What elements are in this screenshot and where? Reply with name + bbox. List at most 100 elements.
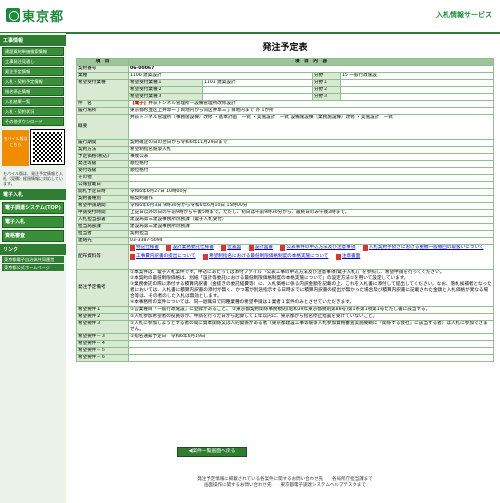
mobile-link[interactable]: モバイル版はこちら — [2, 130, 30, 166]
value-contact: 03-3387-5094 — [128, 237, 494, 245]
label-apply-period: 希望申請期間 — [76, 202, 129, 210]
label-field-2: 分野２ — [312, 86, 341, 94]
label-documents: 配布資料等 — [76, 244, 129, 270]
doc-label: 工事費内訳書の提出について — [136, 254, 196, 259]
label-est-price: 予定価格(税込) — [76, 153, 129, 161]
label-req-7: 希望要件－６ — [76, 354, 129, 362]
value-field-3 — [340, 93, 494, 101]
value-req-7 — [128, 354, 494, 362]
mobile-qr-box[interactable]: モバイル版はこちら — [2, 129, 65, 166]
sidebar-item-suspension[interactable]: 指名停止情報 — [2, 87, 64, 96]
doc-link[interactable]: 公表事件の申込方法及び注意事項 — [280, 245, 355, 251]
tokyo-emblem-icon — [6, 8, 20, 22]
label-contract-no: 契約番号 — [76, 65, 129, 73]
value-req-2: ①入札参加希望者の役員等が、申請を行った日から起算して１年以内に、東京都から指名… — [128, 313, 494, 321]
service-title: 入札情報サービス — [436, 11, 492, 19]
sidebar-heading-links: リンク — [0, 244, 66, 255]
label-req-3: 希望要件３ — [76, 320, 129, 334]
logo-text: 東京都 — [22, 9, 65, 25]
doc-link[interactable]: 特記仕様書 — [130, 245, 159, 251]
mobile-note: モバイル版は、発注予定情報と入札（見積）経過情報に対応しています。 — [3, 171, 63, 186]
sidebar-item-unit-price[interactable]: 建設資材単価検索情報 — [2, 47, 64, 56]
value-desired-1: 1101 建築設計 — [202, 79, 313, 87]
doc-link[interactable]: 設計図書 — [248, 245, 273, 251]
pdf-icon — [166, 245, 172, 251]
value-field-1 — [340, 79, 494, 87]
col-header-item: 項 目 — [76, 58, 129, 66]
label-resp-dept: 担当局部課 — [76, 223, 129, 231]
label-field-3: 分野３ — [312, 93, 341, 101]
label-contact: 連絡先 — [76, 237, 129, 245]
doc-link[interactable]: 位置図 — [221, 245, 241, 251]
page-title: 発注予定表 — [262, 43, 308, 53]
value-req-3: ①入札に参加しようとする者の間に資本関係又は人的関係がある者（東京都建設工事等競… — [128, 320, 494, 334]
label-field: 分野 — [312, 72, 341, 80]
doc-link[interactable]: 注意書面 — [335, 254, 360, 260]
value-contract-no: 06-00067 — [128, 65, 494, 73]
footer-line-2: 画面操作に関するお問い合わせ先 東京都電子調達システムヘルプデスクまで — [204, 483, 366, 488]
value-accept-grade: 順位格付 — [128, 167, 494, 175]
sidebar-item-results[interactable]: 入札結果一覧 — [2, 97, 64, 106]
value-title: 【電子】井荻トンネル管理所－設備管理所改修設計 — [128, 100, 494, 108]
value-period: 契約確定の日の翌日から令和6年11月29日まで — [128, 139, 494, 147]
value-contract-type: 紙契約書作 — [128, 195, 494, 203]
doc-link[interactable]: 希望制指名における最低制限価格制度の本格実施について — [203, 254, 328, 260]
pdf-icon — [362, 245, 368, 251]
label-opening: 開札予定日時 — [76, 188, 129, 196]
qualification-button[interactable]: 資格審査 — [2, 230, 64, 242]
footer: 発注予定情報に掲載されている各案件に関するお問い合わせ先 各局所庁担当課まで 画… — [76, 477, 494, 489]
doc-label: 設計業務委託仕様書 — [172, 245, 214, 251]
link-tokyo-official[interactable]: 東京都公式ホームページ — [2, 264, 64, 271]
label-order-grade: 発注等級 — [76, 160, 129, 168]
pdf-icon — [248, 245, 254, 251]
label-req-4: 希望要件－３ — [76, 333, 129, 341]
label-field-1: 分野１ — [312, 79, 341, 87]
value-apply-period: 令和6年6月3日 9時30分から令和6年6月10日 15時00分 — [128, 202, 494, 210]
value-notes: ①本案件は、電子入札案件です。申込にあたっては添付ファイル「公表工事の申込方法及… — [128, 269, 494, 307]
value-req-6 — [128, 347, 494, 355]
sidebar-item-order-plan[interactable]: 発注予定情報 — [2, 67, 64, 76]
back-to-list-button[interactable]: ◀案件一覧画面へ戻る — [177, 447, 247, 457]
doc-label: 公表事件の申込方法及び注意事項 — [286, 245, 356, 251]
sidebar-item-bid-plan[interactable]: 入札・契約予定情報 — [2, 77, 64, 86]
link-e-gov[interactable]: 東京都電子自治体共同運営 — [2, 256, 64, 263]
label-publication: 公報登載日 — [76, 181, 129, 189]
sidebar-item-status[interactable]: 入札・契約状況 — [2, 107, 64, 116]
ebid-system-button[interactable]: 電子調達システム(TOP) — [2, 202, 64, 214]
ebid-button[interactable]: 電子入札 — [2, 216, 64, 228]
value-desired-2 — [202, 86, 313, 94]
label-notes: 発注予定備考 — [76, 269, 129, 307]
doc-link[interactable]: 設計業務委託仕様書 — [166, 245, 214, 251]
e-bid-tag: 【電子】 — [130, 101, 149, 107]
doc-link[interactable]: 工事費内訳書の提出について — [130, 254, 196, 260]
pdf-icon — [335, 254, 341, 260]
label-accept-grade: 受付等級 — [76, 167, 129, 175]
value-bid-dept: 建設局第三建設事務所庶務課（電子入札受付） — [128, 216, 494, 224]
value-documents: 特記仕様書 設計業務委託仕様書 位置図 設計図書 公表事件の申込方法及び注意事項… — [128, 244, 494, 270]
value-est-price: 事後公表 — [128, 153, 494, 161]
label-method: 契約方法 — [76, 146, 129, 154]
label-apply-hours: 申請受付時間 — [76, 209, 129, 217]
label-other: その他 — [76, 174, 129, 182]
sidebar-item-download[interactable]: その他ダウンロード — [2, 117, 64, 126]
page-header: 東京都 入札情報サービス — [0, 0, 500, 34]
value-other — [128, 174, 494, 182]
label-period: 履行期間 — [76, 139, 129, 147]
pdf-icon — [280, 245, 286, 251]
doc-label: 特記仕様書 — [136, 245, 159, 251]
value-apply-hours: 上記日以外の日の午前9時から午後5時まで。ただし、初日は午前9時30分から、最終… — [128, 209, 494, 217]
sidebar-heading-construction: 工事情報 — [0, 35, 66, 46]
order-plan-table: 項 目 項 目 内 容 契約番号 06-00067 業種 1100 建築設計 分… — [76, 58, 494, 362]
note-3: ③業務委託の際に添付する積算内訳書（金抜きの委託経費等）に、入札価格に係る内訳金… — [130, 282, 492, 299]
label-person: 担当者 — [76, 230, 129, 238]
tokyo-logo[interactable]: 東京都 — [6, 5, 64, 25]
pdf-icon — [203, 254, 209, 260]
sidebar-item-outlook[interactable]: 工事発注見通し — [2, 57, 64, 66]
label-desired-industry: 希望受付業種 — [76, 79, 129, 101]
doc-link[interactable]: 入札契約手続きにおける重機一般撤回の取扱いについて — [362, 245, 484, 251]
value-order-grade: 順位格付 — [128, 160, 494, 168]
col-header-content: 項 目 内 容 — [128, 58, 494, 66]
value-resp-dept: 建設局第三建設事務所庶務課 — [128, 223, 494, 231]
label-req-6: 希望要件－５ — [76, 347, 129, 355]
pdf-icon — [221, 245, 227, 251]
